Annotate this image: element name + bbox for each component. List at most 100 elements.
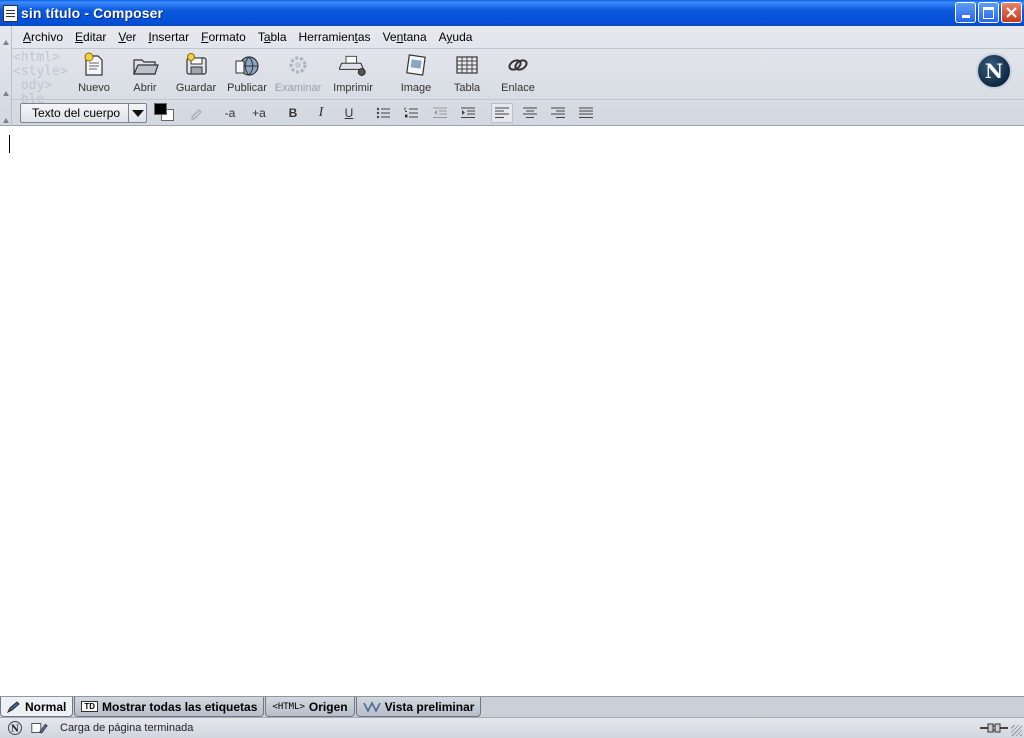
status-bar: N Carga de página terminada bbox=[0, 717, 1024, 738]
bullet-list-button[interactable] bbox=[372, 103, 394, 123]
highlight-button[interactable] bbox=[185, 103, 207, 123]
menu-ayuda[interactable]: Ayuda bbox=[433, 30, 479, 44]
menu-label: rchivo bbox=[31, 30, 64, 44]
toolbox: Archivo Editar Ver Insertar Formato Tabl… bbox=[0, 26, 1024, 126]
print-button[interactable]: Imprimir bbox=[327, 51, 379, 97]
tab-source[interactable]: <HTML> Origen bbox=[265, 697, 355, 717]
menubar: Archivo Editar Ver Insertar Formato Tabl… bbox=[12, 26, 1024, 48]
menu-label: Herramien bbox=[298, 30, 355, 44]
navbar-grippy[interactable] bbox=[0, 48, 12, 99]
svg-text:N: N bbox=[11, 725, 19, 735]
outdent-icon bbox=[433, 107, 447, 118]
underline-button[interactable]: U bbox=[338, 103, 360, 123]
menu-accesskey: a bbox=[263, 30, 271, 44]
tab-label: Origen bbox=[308, 699, 348, 714]
smaller-label: -a bbox=[224, 106, 236, 120]
indent-button[interactable] bbox=[457, 103, 479, 123]
menu-insertar[interactable]: Insertar bbox=[142, 30, 195, 44]
menu-formato[interactable]: Formato bbox=[195, 30, 252, 44]
netscape-logo[interactable]: N bbox=[976, 53, 1012, 89]
tab-label: Mostrar todas las etiquetas bbox=[102, 699, 258, 714]
open-folder-icon bbox=[133, 59, 159, 75]
td-tag-icon: TD bbox=[81, 701, 99, 712]
paragraph-format-value: Texto del cuerpo bbox=[32, 106, 121, 120]
table-label: Tabla bbox=[453, 82, 481, 94]
outdent-button[interactable] bbox=[429, 103, 451, 123]
numbered-list-button[interactable] bbox=[400, 103, 422, 123]
menu-label: nsertar bbox=[151, 30, 190, 44]
tab-label: Vista preliminar bbox=[384, 699, 475, 714]
menu-accesskey: A bbox=[23, 30, 32, 44]
new-button[interactable]: Nuevo bbox=[68, 51, 120, 97]
menu-label: as bbox=[357, 30, 371, 44]
pencil-icon bbox=[7, 700, 20, 713]
underline-label: U bbox=[344, 106, 354, 120]
menu-label: bla bbox=[270, 30, 287, 44]
save-button[interactable]: Guardar bbox=[170, 51, 222, 97]
open-label: Abrir bbox=[133, 82, 157, 94]
save-icon bbox=[186, 53, 207, 75]
align-center-button[interactable] bbox=[519, 103, 541, 123]
title-bar[interactable]: sin título - Composer bbox=[0, 0, 1024, 26]
menu-label: uda bbox=[452, 30, 473, 44]
online-status-icon[interactable] bbox=[980, 721, 1008, 735]
open-button[interactable]: Abrir bbox=[119, 51, 171, 97]
table-icon bbox=[456, 56, 478, 74]
bold-button[interactable]: B bbox=[282, 103, 304, 123]
menu-ventana[interactable]: Ventana bbox=[377, 30, 433, 44]
composer-app-icon[interactable] bbox=[3, 4, 18, 22]
image-icon bbox=[406, 54, 426, 76]
indent-icon bbox=[461, 107, 475, 118]
publish-button[interactable]: Publicar bbox=[221, 51, 273, 97]
menubar-grippy[interactable] bbox=[0, 26, 12, 48]
window-title: sin título - Composer bbox=[21, 5, 164, 21]
align-right-button[interactable] bbox=[547, 103, 569, 123]
decrease-font-size-button[interactable]: -a bbox=[219, 103, 241, 123]
paragraph-format-select[interactable]: Texto del cuerpo bbox=[20, 103, 147, 123]
increase-font-size-button[interactable]: +a bbox=[248, 103, 270, 123]
browse-gear-icon bbox=[289, 56, 307, 74]
tab-show-all-tags[interactable]: TD Mostrar todas las etiquetas bbox=[74, 697, 265, 717]
browse-label: Examinar bbox=[274, 82, 322, 94]
menu-label: ormato bbox=[208, 30, 246, 44]
menu-ver[interactable]: Ver bbox=[112, 30, 142, 44]
netscape-status-icon[interactable]: N bbox=[6, 720, 24, 736]
menu-archivo[interactable]: Archivo bbox=[17, 30, 69, 44]
formatbar-grippy[interactable] bbox=[0, 99, 12, 126]
save-label: Guardar bbox=[175, 82, 217, 94]
tab-normal[interactable]: Normal bbox=[0, 697, 74, 717]
minimize-button[interactable] bbox=[955, 2, 976, 23]
new-label: Nuevo bbox=[78, 82, 110, 94]
tab-preview[interactable]: Vista preliminar bbox=[355, 697, 482, 717]
align-left-button[interactable] bbox=[491, 103, 513, 123]
menu-accesskey: V bbox=[118, 30, 126, 44]
italic-button[interactable]: I bbox=[310, 103, 332, 123]
menu-tabla[interactable]: Tabla bbox=[252, 30, 293, 44]
composer-status-icon[interactable] bbox=[30, 720, 48, 736]
netscape-logo-letter: N bbox=[984, 59, 1004, 83]
table-button[interactable]: Tabla bbox=[441, 51, 493, 97]
print-icon bbox=[339, 55, 366, 76]
foreground-color-swatch[interactable] bbox=[154, 103, 167, 115]
document-editor[interactable] bbox=[0, 127, 1024, 696]
maximize-button[interactable] bbox=[978, 2, 999, 23]
image-button[interactable]: Image bbox=[390, 51, 442, 97]
justify-button[interactable] bbox=[575, 103, 597, 123]
publish-label: Publicar bbox=[227, 82, 267, 94]
link-chain-icon bbox=[508, 59, 528, 71]
print-label: Imprimir bbox=[333, 82, 373, 94]
text-color-button[interactable] bbox=[154, 103, 176, 123]
align-center-icon bbox=[523, 107, 537, 118]
justify-icon bbox=[579, 107, 593, 118]
link-button[interactable]: Enlace bbox=[492, 51, 544, 97]
menu-herramientas[interactable]: Herramientas bbox=[293, 30, 377, 44]
resize-grip[interactable] bbox=[1011, 725, 1022, 736]
chevron-down-icon[interactable] bbox=[128, 104, 146, 122]
italic-label: I bbox=[318, 105, 324, 120]
link-label: Enlace bbox=[501, 82, 535, 94]
close-button[interactable] bbox=[1001, 2, 1022, 23]
browse-button[interactable]: Examinar bbox=[272, 51, 324, 97]
html-watermark-graphic: <html> <style> ody> ble bbox=[13, 50, 68, 107]
larger-label: +a bbox=[252, 106, 266, 120]
menu-editar[interactable]: Editar bbox=[69, 30, 112, 44]
